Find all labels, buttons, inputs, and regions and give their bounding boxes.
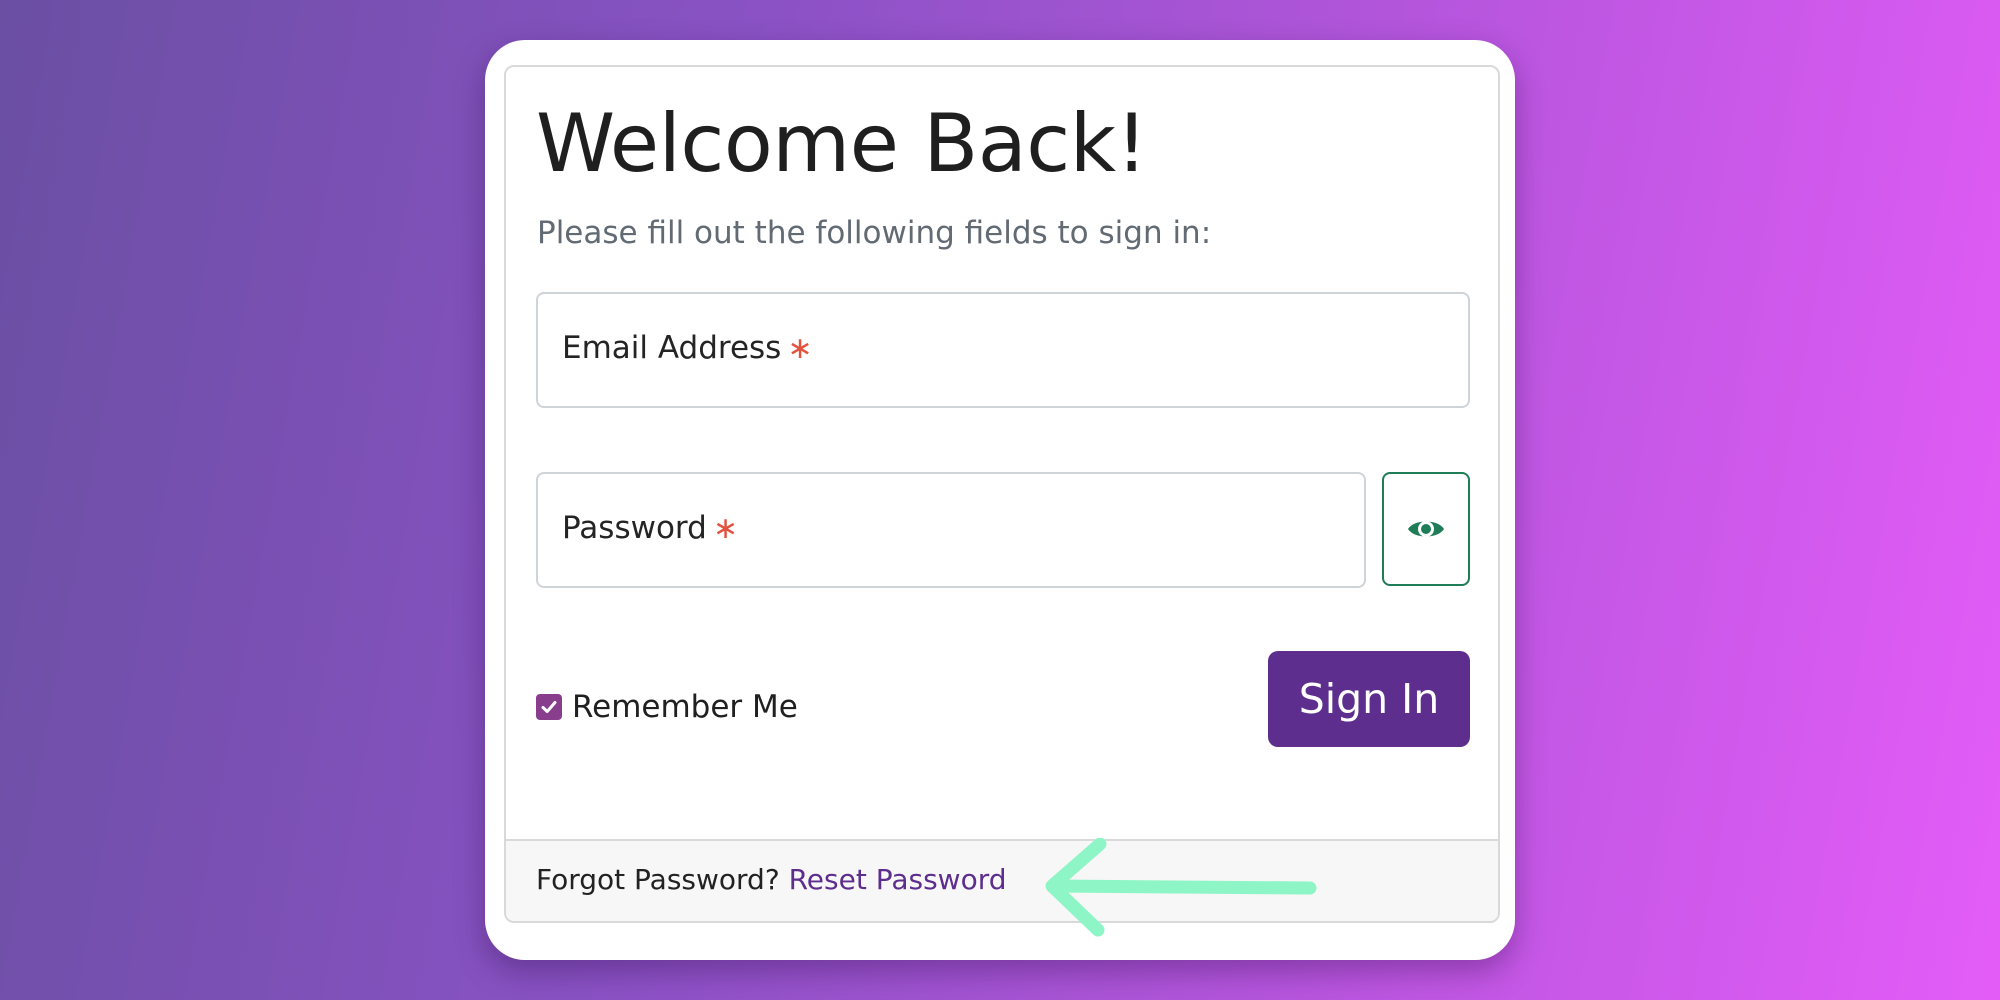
page-title: Welcome Back!: [536, 97, 1148, 190]
password-label-text: Password: [562, 510, 707, 546]
email-field-label: Email Address ∗: [562, 330, 812, 366]
forgot-password-text: Forgot Password? Reset Password: [536, 863, 1007, 896]
remember-me-label: Remember Me: [572, 689, 798, 725]
reset-password-link[interactable]: Reset Password: [789, 863, 1007, 896]
sign-in-button[interactable]: Sign In: [1268, 651, 1470, 747]
email-label-text: Email Address: [562, 330, 782, 366]
forgot-password-prompt: Forgot Password?: [536, 863, 780, 896]
password-field[interactable]: Password ∗: [536, 472, 1366, 588]
remember-me-checkbox[interactable]: [536, 694, 562, 720]
email-required-mark: ∗: [787, 331, 813, 366]
show-password-button[interactable]: [1382, 472, 1470, 586]
checkmark-icon: [541, 701, 557, 713]
password-field-label: Password ∗: [562, 510, 738, 546]
email-field[interactable]: Email Address ∗: [536, 292, 1470, 408]
remember-me[interactable]: Remember Me: [536, 689, 798, 725]
page-subtitle: Please fill out the following fields to …: [537, 215, 1212, 251]
login-card: Welcome Back! Please fill out the follow…: [504, 65, 1500, 923]
card-footer: Forgot Password? Reset Password: [506, 839, 1498, 921]
eye-icon: [1408, 521, 1444, 537]
password-required-mark: ∗: [712, 511, 738, 546]
